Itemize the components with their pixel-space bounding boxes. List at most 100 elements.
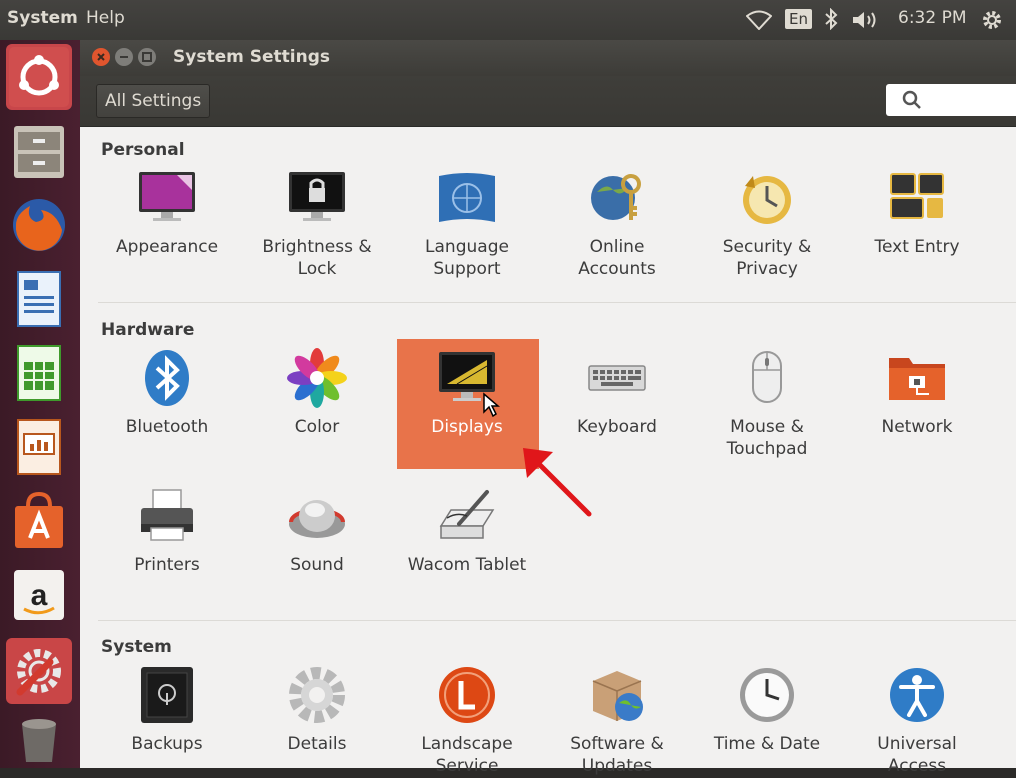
minimize-button[interactable] xyxy=(115,48,133,66)
close-icon xyxy=(97,53,105,61)
volume-icon[interactable] xyxy=(851,10,881,30)
calc-launcher[interactable] xyxy=(6,340,72,406)
item-label-2: Accounts xyxy=(578,259,656,279)
item-text-entry[interactable]: Text Entry xyxy=(847,168,987,258)
document-icon xyxy=(17,271,61,327)
item-security-privacy[interactable]: Security & Privacy xyxy=(697,168,837,280)
printer-icon xyxy=(141,489,193,541)
keyboard-layout-indicator[interactable]: En xyxy=(785,9,812,29)
item-universal-access[interactable]: Universal Access xyxy=(847,665,987,777)
close-button[interactable] xyxy=(92,48,110,66)
bluetooth-icon xyxy=(145,350,189,406)
all-settings-button[interactable]: All Settings xyxy=(96,84,211,118)
wacom-tablet-icon xyxy=(439,490,495,539)
search-input[interactable] xyxy=(886,84,1016,116)
mouse-icon xyxy=(752,351,782,403)
item-online-accounts[interactable]: Online Accounts xyxy=(547,168,687,280)
item-label: Brightness & xyxy=(262,237,372,257)
menu-system[interactable]: System xyxy=(7,8,78,28)
toolbar: All Settings xyxy=(80,76,1016,127)
network-folder-icon xyxy=(889,358,945,400)
system-settings-launcher[interactable] xyxy=(6,638,72,704)
separator xyxy=(98,620,1016,621)
keyboard-icon xyxy=(588,365,646,391)
item-label: Software & xyxy=(570,734,664,754)
files-launcher[interactable] xyxy=(6,118,72,184)
maximize-button[interactable] xyxy=(138,48,156,66)
appearance-icon xyxy=(139,172,195,221)
item-appearance[interactable]: Appearance xyxy=(97,168,237,258)
minimize-icon xyxy=(120,56,128,58)
item-label-2: Access xyxy=(887,756,947,776)
security-clock-icon xyxy=(743,176,791,224)
item-label: Time & Date xyxy=(713,734,821,754)
item-software-updates[interactable]: Software & Updates xyxy=(547,665,687,777)
item-printers[interactable]: Printers xyxy=(97,486,237,576)
item-label: Color xyxy=(294,417,340,437)
item-label: Keyboard xyxy=(577,417,657,437)
item-label: Printers xyxy=(134,555,200,575)
annotation-arrow-icon xyxy=(523,448,592,517)
software-center-launcher[interactable] xyxy=(6,488,72,554)
item-label-2: Updates xyxy=(581,756,653,776)
svg-text:a: a xyxy=(31,579,48,612)
amazon-icon: a xyxy=(14,570,64,620)
gear-icon[interactable] xyxy=(980,8,1004,32)
mouse-cursor-icon xyxy=(483,392,500,418)
item-mouse-touchpad[interactable]: Mouse & Touchpad xyxy=(697,348,837,460)
section-personal: Personal xyxy=(101,140,185,160)
firefox-launcher[interactable] xyxy=(6,192,72,258)
item-label: Wacom Tablet xyxy=(407,555,527,575)
item-sound[interactable]: Sound xyxy=(247,486,387,576)
settings-tools-icon xyxy=(16,649,61,696)
item-bluetooth[interactable]: Bluetooth xyxy=(97,348,237,438)
separator xyxy=(98,302,1016,303)
item-label: Language xyxy=(425,237,509,257)
item-label-2: Touchpad xyxy=(726,439,808,459)
window-titlebar: System Settings xyxy=(80,40,1016,76)
impress-launcher[interactable] xyxy=(6,414,72,480)
item-label: Bluetooth xyxy=(125,417,209,437)
item-label: Backups xyxy=(131,734,203,754)
amazon-launcher[interactable]: a xyxy=(6,562,72,628)
item-keyboard[interactable]: Keyboard xyxy=(547,348,687,438)
text-entry-icon xyxy=(890,173,944,219)
item-time-date[interactable]: Time & Date xyxy=(697,665,837,755)
software-box-globe-icon xyxy=(592,671,643,721)
presentation-icon xyxy=(17,419,61,475)
item-label: Landscape xyxy=(421,734,513,754)
item-label-2: Support xyxy=(433,259,501,279)
system-settings-window: System Settings All Settings Personal Ap… xyxy=(80,40,1016,776)
clock-icon xyxy=(740,668,794,722)
shopping-bag-icon xyxy=(15,491,63,548)
item-landscape-service[interactable]: Landscape Service xyxy=(397,665,537,777)
trash-launcher[interactable] xyxy=(6,712,72,778)
color-flower-icon xyxy=(287,348,347,408)
firefox-icon xyxy=(13,199,65,251)
item-label: Displays xyxy=(431,417,503,437)
item-language-support[interactable]: Language Support xyxy=(397,168,537,280)
item-label: Text Entry xyxy=(874,237,960,257)
dash-button[interactable] xyxy=(6,44,72,110)
clock[interactable]: 6:32 PM xyxy=(898,8,967,28)
item-brightness-lock[interactable]: Brightness & Lock xyxy=(247,168,387,280)
item-network[interactable]: Network xyxy=(847,348,987,438)
item-backups[interactable]: Backups xyxy=(97,665,237,755)
accessibility-icon xyxy=(890,668,944,722)
window-title: System Settings xyxy=(173,47,330,67)
wifi-icon[interactable] xyxy=(746,10,772,30)
writer-launcher[interactable] xyxy=(6,266,72,332)
item-details[interactable]: Details xyxy=(247,665,387,755)
item-label: Network xyxy=(881,417,953,437)
item-label-2: Privacy xyxy=(736,259,798,279)
item-label: Mouse & xyxy=(730,417,804,437)
language-flag-icon xyxy=(439,173,495,222)
trash-icon xyxy=(22,719,56,762)
bluetooth-icon[interactable] xyxy=(824,8,838,30)
item-displays[interactable]: Displays xyxy=(397,348,537,438)
menu-help[interactable]: Help xyxy=(86,8,125,28)
item-color[interactable]: Color xyxy=(247,348,387,438)
landscape-icon xyxy=(439,667,495,723)
maximize-icon xyxy=(142,52,152,62)
item-label: Universal xyxy=(877,734,957,754)
